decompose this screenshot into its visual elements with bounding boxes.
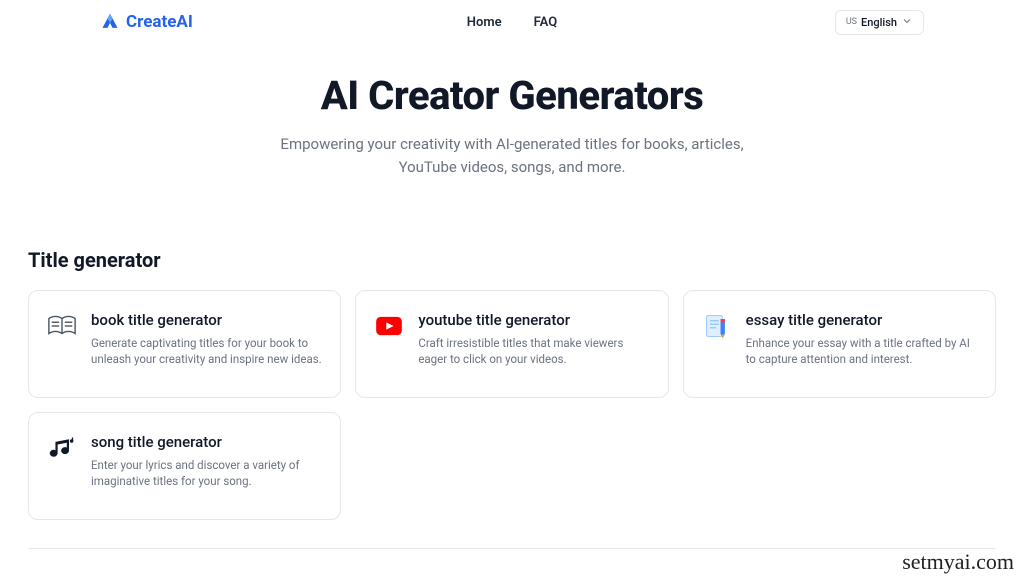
language-selector[interactable]: US English — [835, 10, 924, 35]
section-title: Title generator — [28, 248, 996, 272]
card-song-title-generator[interactable]: song title generator Enter your lyrics a… — [28, 412, 341, 520]
card-essay-title-generator[interactable]: essay title generator Enhance your essay… — [683, 290, 996, 398]
youtube-icon — [374, 311, 404, 341]
chevron-down-icon — [901, 15, 913, 30]
generator-card-grid: book title generator Generate captivatin… — [28, 290, 996, 520]
nav-link-faq[interactable]: FAQ — [534, 15, 558, 30]
lang-name: English — [861, 16, 897, 29]
card-desc: Generate captivating titles for your boo… — [91, 335, 322, 367]
card-desc: Enter your lyrics and discover a variety… — [91, 457, 322, 489]
card-body: essay title generator Enhance your essay… — [746, 311, 977, 373]
card-title: book title generator — [91, 311, 322, 329]
logo-icon — [100, 12, 120, 32]
card-body: book title generator Generate captivatin… — [91, 311, 322, 373]
logo-text: CreateAI — [126, 12, 193, 32]
lang-code: US — [846, 17, 857, 27]
logo[interactable]: CreateAI — [100, 12, 193, 32]
card-body: youtube title generator Craft irresistib… — [418, 311, 649, 373]
watermark: setmyai.com — [902, 549, 1014, 575]
card-title: song title generator — [91, 433, 322, 451]
main-content: Title generator book title generator Gen… — [0, 178, 1024, 549]
book-icon — [47, 311, 77, 341]
card-book-title-generator[interactable]: book title generator Generate captivatin… — [28, 290, 341, 398]
card-title: youtube title generator — [418, 311, 649, 329]
card-body: song title generator Enter your lyrics a… — [91, 433, 322, 495]
nav-link-home[interactable]: Home — [467, 15, 502, 30]
site-header: CreateAI Home FAQ US English — [0, 0, 1024, 44]
document-edit-icon — [702, 311, 732, 341]
main-nav: Home FAQ — [467, 15, 557, 30]
card-desc: Enhance your essay with a title crafted … — [746, 335, 977, 367]
hero-section: AI Creator Generators Empowering your cr… — [0, 44, 1024, 178]
card-youtube-title-generator[interactable]: youtube title generator Craft irresistib… — [355, 290, 668, 398]
music-note-icon — [47, 433, 77, 463]
page-title: AI Creator Generators — [20, 72, 1004, 119]
section-divider — [28, 548, 996, 549]
page-subtitle: Empowering your creativity with AI-gener… — [252, 133, 772, 178]
card-title: essay title generator — [746, 311, 977, 329]
card-desc: Craft irresistible titles that make view… — [418, 335, 649, 367]
